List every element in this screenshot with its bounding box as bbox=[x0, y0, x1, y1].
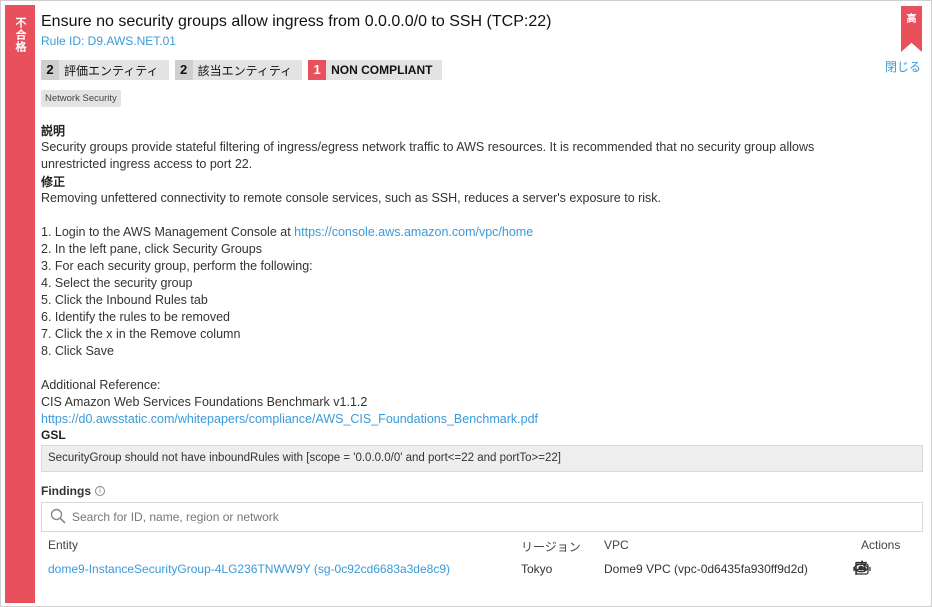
description-line: unrestricted ingress access to port 22. bbox=[41, 157, 253, 171]
rule-title: Ensure no security groups allow ingress … bbox=[41, 13, 552, 30]
findings-heading: Findings i bbox=[41, 484, 923, 498]
findings-search[interactable] bbox=[41, 502, 923, 532]
stat-non-compliant[interactable]: 1 NON COMPLIANT bbox=[308, 60, 443, 80]
rule-id: Rule ID: D9.AWS.NET.01 bbox=[41, 34, 176, 48]
findings-title: Findings bbox=[41, 484, 91, 498]
description-section: 説明 Security groups provide stateful filt… bbox=[41, 122, 923, 173]
remediation-step: 6. Identify the rules to be removed bbox=[41, 310, 230, 324]
stat-evaluated-entities[interactable]: 2 評価エンティティ bbox=[41, 60, 169, 80]
search-input[interactable] bbox=[72, 510, 872, 524]
remediation-step: 1. Login to the AWS Management Console a… bbox=[41, 224, 923, 241]
remediation-step: 7. Click the x in the Remove column bbox=[41, 327, 241, 341]
entity-link[interactable]: dome9-InstanceSecurityGroup-4LG236TNWW9Y… bbox=[48, 562, 450, 576]
console-link[interactable]: https://console.aws.amazon.com/vpc/home bbox=[294, 225, 533, 239]
description-line: Security groups provide stateful filteri… bbox=[41, 140, 815, 154]
robot-icon[interactable] bbox=[853, 560, 871, 576]
vpc-cell: Dome9 VPC (vpc-0d6435fa930ff9d2d) bbox=[604, 562, 808, 576]
reference-link[interactable]: https://d0.awsstatic.com/whitepapers/com… bbox=[41, 411, 923, 428]
remediation-step: 5. Click the Inbound Rules tab bbox=[41, 293, 208, 307]
column-entity[interactable]: Entity bbox=[48, 538, 78, 552]
findings-table-header: Entity リージョン VPC Actions bbox=[41, 538, 923, 562]
stat-matched-entities[interactable]: 2 該当エンティティ bbox=[174, 60, 303, 80]
remediation-step: 3. For each security group, perform the … bbox=[41, 259, 313, 273]
stat-count: 2 bbox=[174, 60, 193, 80]
step-text: 1. Login to the AWS Management Console a… bbox=[41, 225, 295, 239]
gsl-heading: GSL bbox=[41, 428, 66, 442]
search-icon bbox=[50, 508, 66, 527]
remediation-intro: Removing unfettered connectivity to remo… bbox=[41, 191, 662, 205]
description-heading: 説明 bbox=[41, 124, 66, 138]
gsl-expression: SecurityGroup should not have inboundRul… bbox=[41, 445, 923, 472]
status-strip: 不合格 bbox=[5, 5, 35, 603]
stat-label: 評価エンティティ bbox=[64, 63, 159, 78]
column-region[interactable]: リージョン bbox=[521, 538, 581, 555]
stat-label: NON COMPLIANT bbox=[331, 63, 433, 77]
rule-detail-panel: 不合格 高 閉じる Ensure no security groups allo… bbox=[0, 0, 932, 607]
gsl-section: GSL SecurityGroup should not have inboun… bbox=[41, 428, 923, 472]
remediation-heading: 修正 bbox=[41, 175, 66, 189]
category-tag: Network Security bbox=[41, 90, 121, 107]
stat-count: 2 bbox=[41, 60, 59, 80]
remediation-section: 修正 Removing unfettered connectivity to r… bbox=[41, 173, 923, 428]
remediation-step: 4. Select the security group bbox=[41, 276, 193, 290]
status-strip-label: 不合格 bbox=[14, 17, 26, 53]
reference-heading: Additional Reference: bbox=[41, 378, 161, 392]
column-actions: Actions bbox=[861, 538, 901, 552]
stat-label: 該当エンティティ bbox=[197, 63, 293, 78]
entity-stats: 2 評価エンティティ 2 該当エンティティ 1 NON COMPLIANT bbox=[41, 60, 923, 80]
remediation-step: 8. Click Save bbox=[41, 344, 114, 358]
region-cell: Tokyo bbox=[521, 562, 553, 576]
rule-content: Ensure no security groups allow ingress … bbox=[41, 11, 923, 586]
remediation-step: 2. In the left pane, click Security Grou… bbox=[41, 242, 262, 256]
column-vpc[interactable]: VPC bbox=[604, 538, 629, 552]
stat-count: 1 bbox=[308, 60, 327, 80]
reference-title: CIS Amazon Web Services Foundations Benc… bbox=[41, 395, 368, 409]
table-row: dome9-InstanceSecurityGroup-4LG236TNWW9Y… bbox=[41, 560, 923, 586]
info-icon[interactable]: i bbox=[95, 486, 105, 496]
